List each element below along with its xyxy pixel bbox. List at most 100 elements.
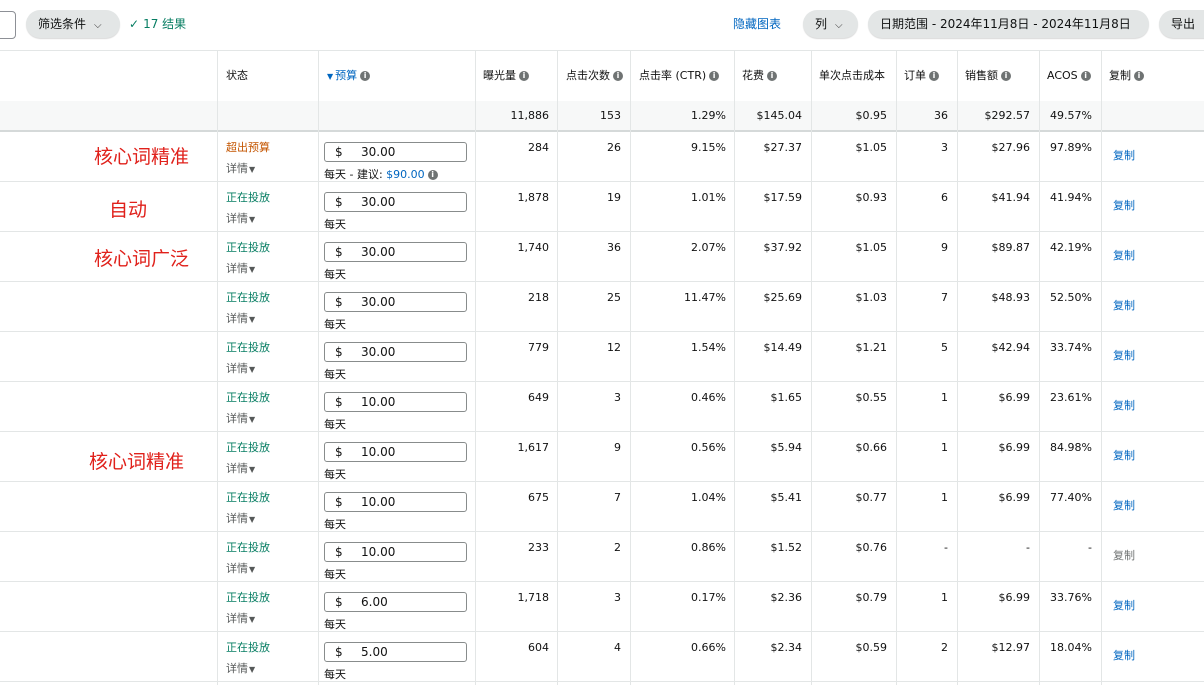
copy-link[interactable]: 复制 bbox=[1113, 197, 1135, 213]
copy-link[interactable]: 复制 bbox=[1113, 447, 1135, 463]
budget-period: 每天 bbox=[324, 566, 346, 582]
details-toggle[interactable]: 详情▼ bbox=[226, 160, 255, 176]
info-icon: i bbox=[767, 71, 777, 81]
budget-input[interactable]: $30.00 bbox=[324, 142, 467, 162]
status-text: 超出预算 bbox=[226, 141, 270, 154]
column-divider bbox=[557, 51, 558, 685]
budget-input[interactable]: $10.00 bbox=[324, 492, 467, 512]
orders-cell: 7 bbox=[941, 291, 948, 304]
search-input[interactable] bbox=[0, 11, 16, 39]
impressions-cell: 233 bbox=[528, 541, 549, 554]
currency-symbol: $ bbox=[335, 445, 343, 459]
per-day-label: 每天 bbox=[324, 618, 346, 631]
per-day-label: 每天 bbox=[324, 418, 346, 431]
orders-cell: 3 bbox=[941, 141, 948, 154]
currency-symbol: $ bbox=[335, 245, 343, 259]
budget-input[interactable]: $10.00 bbox=[324, 442, 467, 462]
header-spend[interactable]: 花费 i bbox=[742, 51, 777, 101]
columns-dropdown[interactable]: 列 ⌵ bbox=[803, 10, 858, 38]
budget-input[interactable]: $10.00 bbox=[324, 542, 467, 562]
header-copy[interactable]: 复制 i bbox=[1109, 51, 1144, 101]
budget-input[interactable]: $10.00 bbox=[324, 392, 467, 412]
clicks-cell: 3 bbox=[614, 391, 621, 404]
summary-ctr: 1.29% bbox=[691, 109, 726, 122]
ctr-cell: 0.46% bbox=[691, 391, 726, 404]
details-toggle[interactable]: 详情▼ bbox=[226, 260, 255, 276]
budget-input[interactable]: $30.00 bbox=[324, 342, 467, 362]
cpc-cell: $0.79 bbox=[855, 591, 888, 604]
budget-input[interactable]: $30.00 bbox=[324, 192, 467, 212]
hide-chart-link[interactable]: 隐藏图表 bbox=[733, 10, 781, 38]
details-toggle[interactable]: 详情▼ bbox=[226, 560, 255, 576]
per-day-label: 每天 bbox=[324, 568, 346, 581]
header-clicks[interactable]: 点击次数 i bbox=[566, 51, 623, 101]
table-row: 正在投放 详情▼ $5.00 每天 604 4 0.66% $2.34 $0.59 2 $12.97… bbox=[0, 631, 1204, 682]
header-sales[interactable]: 销售额 i bbox=[965, 51, 1011, 101]
acos-cell: 97.89% bbox=[1050, 141, 1092, 154]
budget-period: 每天 bbox=[324, 266, 346, 282]
budget-input[interactable]: $30.00 bbox=[324, 242, 467, 262]
currency-symbol: $ bbox=[335, 345, 343, 359]
copy-link[interactable]: 复制 bbox=[1113, 397, 1135, 413]
column-divider bbox=[734, 51, 735, 685]
header-acos[interactable]: ACOS i bbox=[1047, 51, 1091, 101]
details-toggle[interactable]: 详情▼ bbox=[226, 210, 255, 226]
table-row: 正在投放 详情▼ $30.00 每天 779 12 1.54% $14.49 $1.21 5 $42… bbox=[0, 331, 1204, 382]
details-toggle[interactable]: 详情▼ bbox=[226, 460, 255, 476]
copy-link[interactable]: 复制 bbox=[1113, 297, 1135, 313]
budget-input[interactable]: $6.00 bbox=[324, 592, 467, 612]
currency-symbol: $ bbox=[335, 145, 343, 159]
spend-cell: $2.36 bbox=[770, 591, 803, 604]
sales-cell: $48.93 bbox=[991, 291, 1031, 304]
header-cpc[interactable]: 单次点击成本 bbox=[819, 51, 885, 101]
copy-link[interactable]: 复制 bbox=[1113, 647, 1135, 663]
details-toggle[interactable]: 详情▼ bbox=[226, 310, 255, 326]
copy-link[interactable]: 复制 bbox=[1113, 147, 1135, 163]
copy-link[interactable]: 复制 bbox=[1113, 497, 1135, 513]
caret-down-icon: ▼ bbox=[249, 415, 256, 424]
details-toggle[interactable]: 详情▼ bbox=[226, 410, 255, 426]
copy-link[interactable]: 复制 bbox=[1113, 547, 1135, 563]
budget-value: 30.00 bbox=[361, 195, 396, 209]
header-ctr-label: 点击率 (CTR) bbox=[639, 69, 707, 82]
filter-dropdown[interactable]: 筛选条件 ⌵ bbox=[26, 10, 120, 38]
budget-value: 10.00 bbox=[361, 545, 396, 559]
per-day-label: 每天 bbox=[324, 668, 346, 681]
clicks-cell: 2 bbox=[614, 541, 621, 554]
caret-down-icon: ▼ bbox=[249, 265, 256, 274]
details-label: 详情 bbox=[226, 362, 248, 375]
budget-period: 每天 - 建议: $90.00 i bbox=[324, 166, 438, 182]
details-toggle[interactable]: 详情▼ bbox=[226, 660, 255, 676]
budget-input[interactable]: $30.00 bbox=[324, 292, 467, 312]
suggested-budget-link[interactable]: $90.00 bbox=[386, 168, 425, 181]
details-toggle[interactable]: 详情▼ bbox=[226, 610, 255, 626]
header-impressions[interactable]: 曝光量 i bbox=[483, 51, 529, 101]
budget-input[interactable]: $5.00 bbox=[324, 642, 467, 662]
summary-acos: 49.57% bbox=[1050, 109, 1092, 122]
clicks-cell: 12 bbox=[607, 341, 621, 354]
spend-cell: $2.34 bbox=[770, 641, 803, 654]
copy-link[interactable]: 复制 bbox=[1113, 247, 1135, 263]
sales-cell: $89.87 bbox=[991, 241, 1031, 254]
budget-value: 5.00 bbox=[361, 645, 388, 659]
details-toggle[interactable]: 详情▼ bbox=[226, 360, 255, 376]
copy-link[interactable]: 复制 bbox=[1113, 597, 1135, 613]
header-status[interactable]: 状态 bbox=[226, 51, 248, 101]
date-range-button[interactable]: 日期范围 - 2024年11月8日 - 2024年11月8日 bbox=[868, 10, 1149, 38]
spend-cell: $1.65 bbox=[770, 391, 803, 404]
budget-period: 每天 bbox=[324, 416, 346, 432]
header-budget[interactable]: ▼ 预算 i bbox=[327, 51, 371, 101]
header-ctr[interactable]: 点击率 (CTR) i bbox=[639, 51, 720, 101]
budget-period: 每天 bbox=[324, 616, 346, 632]
header-orders[interactable]: 订单 i bbox=[904, 51, 939, 101]
details-toggle[interactable]: 详情▼ bbox=[226, 510, 255, 526]
sales-cell: $42.94 bbox=[991, 341, 1031, 354]
header-budget-label: 预算 bbox=[335, 69, 358, 82]
table-row: 正在投放 详情▼ $10.00 每天 649 3 0.46% $1.65 $0.55 1 $6.99… bbox=[0, 381, 1204, 432]
copy-link[interactable]: 复制 bbox=[1113, 347, 1135, 363]
budget-value: 10.00 bbox=[361, 495, 396, 509]
export-button[interactable]: 导出 bbox=[1159, 10, 1204, 38]
currency-symbol: $ bbox=[335, 645, 343, 659]
summary-orders: 36 bbox=[934, 109, 948, 122]
ctr-cell: 11.47% bbox=[684, 291, 726, 304]
